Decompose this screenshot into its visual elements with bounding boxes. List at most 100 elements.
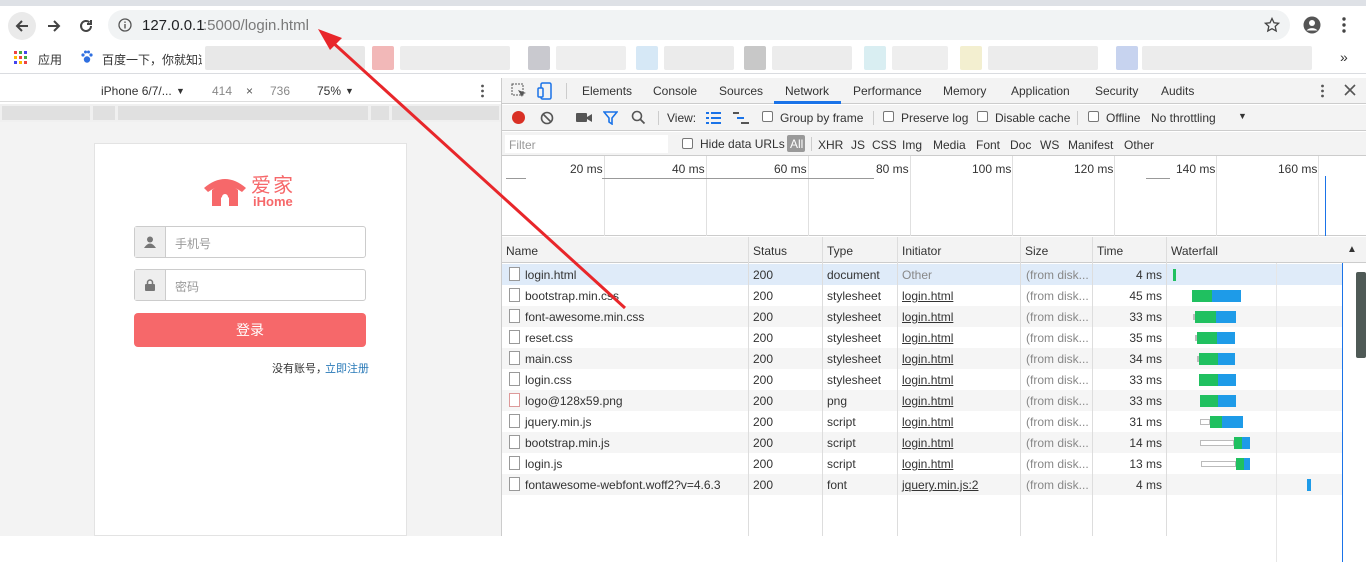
- filter-js[interactable]: JS: [851, 138, 865, 152]
- request-row[interactable]: login.css 200 stylesheet login.html (from di…: [502, 369, 1342, 390]
- zoom-dropdown-icon[interactable]: ▼: [345, 86, 354, 96]
- inspect-element-icon[interactable]: [511, 83, 527, 99]
- request-initiator[interactable]: jquery.min.js:2: [902, 478, 978, 492]
- filter-input[interactable]: Filter: [505, 135, 668, 153]
- request-row[interactable]: bootstrap.min.js 200 script login.html (from…: [502, 432, 1342, 453]
- col-waterfall[interactable]: Waterfall: [1171, 244, 1218, 258]
- request-row[interactable]: login.js 200 script login.html (from disk...…: [502, 453, 1342, 474]
- blurred-bookmark[interactable]: [636, 46, 658, 70]
- bookmark-star-icon[interactable]: [1264, 17, 1280, 33]
- profile-avatar-icon[interactable]: [1303, 16, 1321, 34]
- column-separator[interactable]: [822, 237, 823, 536]
- request-row[interactable]: login.html 200 document Other (from disk... 4…: [502, 264, 1342, 285]
- tab-audits[interactable]: Audits: [1161, 84, 1194, 98]
- offline-checkbox[interactable]: [1088, 111, 1099, 122]
- request-row[interactable]: font-awesome.min.css 200 stylesheet login.h…: [502, 306, 1342, 327]
- blurred-bookmark[interactable]: [664, 46, 734, 70]
- filter-manifest[interactable]: Manifest: [1068, 138, 1113, 152]
- timeline-overview[interactable]: [502, 156, 1366, 236]
- blurred-bookmark[interactable]: [528, 46, 550, 70]
- request-row[interactable]: reset.css 200 stylesheet login.html (from di…: [502, 327, 1342, 348]
- blurred-bookmark[interactable]: [864, 46, 886, 70]
- filter-doc[interactable]: Doc: [1010, 138, 1031, 152]
- tab-performance[interactable]: Performance: [853, 84, 922, 98]
- tab-elements[interactable]: Elements: [582, 84, 632, 98]
- request-row[interactable]: fontawesome-webfont.woff2?v=4.6.3 200 font…: [502, 474, 1342, 495]
- blurred-bookmark[interactable]: [372, 46, 394, 70]
- filter-icon[interactable]: [603, 111, 618, 125]
- blurred-bookmark[interactable]: [960, 46, 982, 70]
- request-initiator[interactable]: login.html: [902, 373, 953, 387]
- column-separator[interactable]: [897, 237, 898, 536]
- blurred-bookmark[interactable]: [772, 46, 852, 70]
- phone-input[interactable]: 手机号: [134, 226, 366, 258]
- column-separator[interactable]: [1166, 237, 1167, 536]
- hide-data-urls-checkbox[interactable]: [682, 138, 693, 149]
- request-initiator[interactable]: login.html: [902, 310, 953, 324]
- request-initiator[interactable]: login.html: [902, 331, 953, 345]
- blurred-bookmark[interactable]: [556, 46, 626, 70]
- request-row[interactable]: jquery.min.js 200 script login.html (from di…: [502, 411, 1342, 432]
- col-name[interactable]: Name: [506, 244, 538, 258]
- tab-network[interactable]: Network: [785, 84, 829, 98]
- column-separator[interactable]: [1020, 237, 1021, 536]
- large-rows-icon[interactable]: [706, 112, 721, 124]
- preserve-log-checkbox[interactable]: [883, 111, 894, 122]
- filter-all-button[interactable]: All: [787, 135, 805, 152]
- disable-cache-checkbox[interactable]: [977, 111, 988, 122]
- request-initiator[interactable]: login.html: [902, 394, 953, 408]
- filter-css[interactable]: CSS: [872, 138, 897, 152]
- filter-font[interactable]: Font: [976, 138, 1000, 152]
- device-select[interactable]: iPhone 6/7/...: [101, 84, 172, 98]
- device-width[interactable]: 414: [212, 84, 232, 98]
- device-toggle-icon[interactable]: [537, 82, 553, 100]
- request-initiator[interactable]: login.html: [902, 457, 953, 471]
- blurred-bookmark[interactable]: [1142, 46, 1312, 70]
- device-dropdown-icon[interactable]: ▼: [176, 86, 185, 96]
- close-devtools-icon[interactable]: [1344, 84, 1356, 96]
- register-link[interactable]: 立即注册: [325, 360, 369, 376]
- bookmark-baidu[interactable]: 百度一下，你就知道: [102, 51, 202, 68]
- blurred-bookmark[interactable]: [988, 46, 1098, 70]
- password-input[interactable]: 密码: [134, 269, 366, 301]
- request-initiator[interactable]: login.html: [902, 352, 953, 366]
- filter-img[interactable]: Img: [902, 138, 922, 152]
- info-icon[interactable]: [118, 18, 132, 32]
- column-separator[interactable]: [1092, 237, 1093, 536]
- tab-console[interactable]: Console: [653, 84, 697, 98]
- more-bookmarks-icon[interactable]: »: [1340, 49, 1348, 65]
- device-menu-icon[interactable]: [480, 84, 485, 98]
- tab-application[interactable]: Application: [1011, 84, 1070, 98]
- blurred-bookmark[interactable]: [205, 46, 365, 70]
- bookmark-apps[interactable]: 应用: [38, 51, 62, 68]
- request-row[interactable]: bootstrap.min.css 200 stylesheet login.html…: [502, 285, 1342, 306]
- request-initiator[interactable]: login.html: [902, 415, 953, 429]
- column-separator[interactable]: [748, 237, 749, 536]
- sort-ascending-icon[interactable]: ▲: [1347, 244, 1357, 255]
- throttling-select[interactable]: No throttling: [1151, 111, 1216, 125]
- devtools-menu-icon[interactable]: [1320, 84, 1325, 98]
- waterfall-overview-icon[interactable]: [733, 112, 749, 124]
- request-initiator[interactable]: login.html: [902, 436, 953, 450]
- blurred-bookmark[interactable]: [1116, 46, 1138, 70]
- request-row[interactable]: logo@128x59.png 200 png login.html (from dis…: [502, 390, 1342, 411]
- filter-ws[interactable]: WS: [1040, 138, 1059, 152]
- login-button[interactable]: 登录: [134, 313, 366, 347]
- col-size[interactable]: Size: [1025, 244, 1048, 258]
- group-by-frame-checkbox[interactable]: [762, 111, 773, 122]
- filter-media[interactable]: Media: [933, 138, 966, 152]
- filter-other[interactable]: Other: [1124, 138, 1154, 152]
- back-button[interactable]: [8, 12, 36, 40]
- col-initiator[interactable]: Initiator: [902, 244, 941, 258]
- browser-menu-icon[interactable]: [1341, 16, 1347, 34]
- record-icon[interactable]: [511, 110, 526, 125]
- blurred-bookmark[interactable]: [744, 46, 766, 70]
- zoom-select[interactable]: 75%: [317, 84, 341, 98]
- blurred-bookmark[interactable]: [892, 46, 948, 70]
- col-time[interactable]: Time: [1097, 244, 1123, 258]
- request-row[interactable]: main.css 200 stylesheet login.html (from dis…: [502, 348, 1342, 369]
- throttling-dropdown-icon[interactable]: ▼: [1238, 111, 1247, 121]
- col-status[interactable]: Status: [753, 244, 787, 258]
- capture-screenshots-icon[interactable]: [576, 112, 592, 123]
- reload-button[interactable]: [72, 12, 100, 40]
